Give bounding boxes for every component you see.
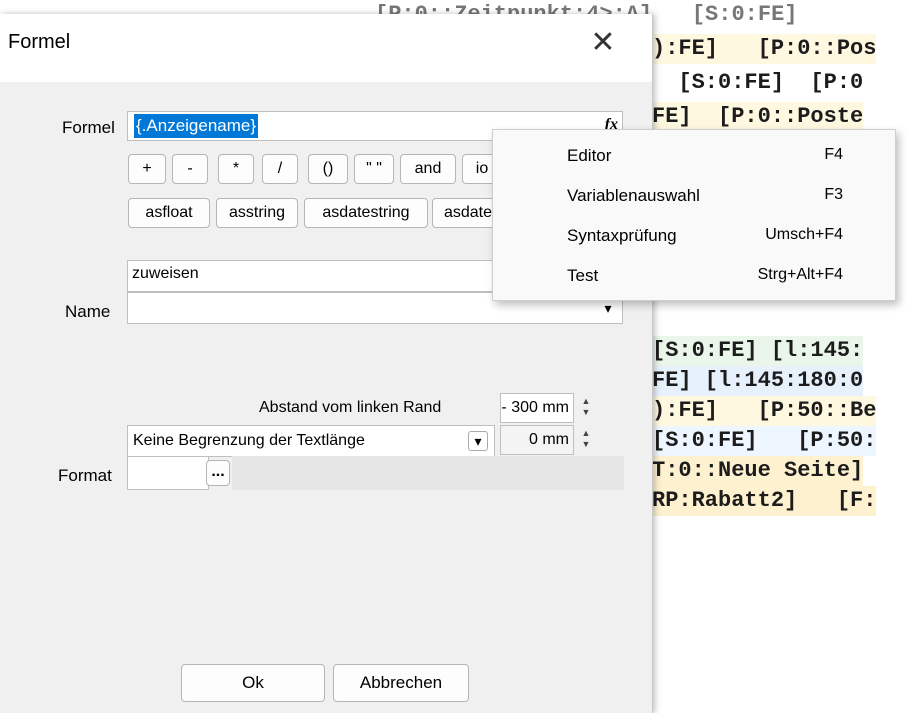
function-asdatestring-button[interactable]: asdatestring bbox=[304, 198, 428, 228]
code-line: [S:0:FE] [P:50: bbox=[652, 426, 877, 456]
menu-item-shortcut: Umsch+F4 bbox=[765, 226, 843, 243]
menu-item-label: Test bbox=[567, 266, 599, 285]
code-line: FE] [l:145:180:0 bbox=[652, 366, 864, 396]
format-input[interactable] bbox=[127, 456, 209, 490]
begrenzung-value: Keine Begrenzung der Textlänge bbox=[133, 432, 365, 449]
code-line: [S:0:FE] [l:145: bbox=[652, 336, 864, 366]
menu-item-shortcut: F4 bbox=[824, 146, 843, 163]
format-label: Format bbox=[58, 466, 112, 485]
code-line: [S:0:FE] [P:0 bbox=[652, 70, 864, 95]
operator-plus-button[interactable]: + bbox=[128, 154, 166, 184]
chevron-down-icon[interactable]: ▾ bbox=[468, 431, 488, 451]
operator-parentheses-button[interactable]: () bbox=[308, 154, 348, 184]
operator-minus-button[interactable]: - bbox=[172, 154, 208, 184]
formel-value: {.Anzeigename} bbox=[134, 114, 259, 138]
operator-quotes-button[interactable]: " " bbox=[354, 154, 394, 184]
abstand-spinner[interactable]: ▲ ▼ bbox=[578, 396, 594, 420]
code-line: RP:Rabatt2] [F: bbox=[652, 486, 877, 516]
code-line: T:0::Neue Seite] bbox=[652, 456, 864, 486]
context-menu: Editor F4 Variablenauswahl F3 Syntaxprüf… bbox=[492, 129, 896, 301]
format-ellipsis-button[interactable]: ... bbox=[206, 460, 230, 486]
menu-item-syntaxpruefung[interactable]: Syntaxprüfung Umsch+F4 bbox=[493, 218, 895, 256]
formel-dialog: Formel ✕ Formel {.Anzeigename} fx + - * … bbox=[0, 14, 653, 713]
code-line: ):FE] [P:0::Pos bbox=[652, 34, 877, 64]
close-icon[interactable]: ✕ bbox=[586, 26, 620, 60]
format-extra-field bbox=[232, 456, 624, 490]
menu-item-shortcut: F3 bbox=[824, 186, 843, 203]
laenge-input[interactable]: 0 mm bbox=[500, 425, 574, 455]
menu-item-variablenauswahl[interactable]: Variablenauswahl F3 bbox=[493, 178, 895, 216]
zuweisen-value: zuweisen bbox=[132, 265, 199, 282]
chevron-down-icon[interactable]: ▾ bbox=[598, 298, 618, 318]
dialog-title: Formel bbox=[8, 31, 71, 53]
laenge-spinner[interactable]: ▲ ▼ bbox=[578, 428, 594, 452]
operator-and-button[interactable]: and bbox=[400, 154, 456, 184]
menu-item-label: Variablenauswahl bbox=[567, 186, 700, 205]
cancel-button[interactable]: Abbrechen bbox=[333, 664, 469, 702]
operator-divide-button[interactable]: / bbox=[262, 154, 298, 184]
code-line: ):FE] [P:50::Be bbox=[652, 396, 877, 426]
title-bar: Formel ✕ bbox=[0, 14, 652, 82]
ok-button[interactable]: Ok bbox=[181, 664, 325, 702]
code-line: FE] [P:0::Poste bbox=[652, 102, 864, 132]
formel-label: Formel bbox=[62, 118, 115, 137]
abstand-input[interactable]: - 300 mm bbox=[500, 393, 574, 423]
operator-multiply-button[interactable]: * bbox=[218, 154, 254, 184]
function-asfloat-button[interactable]: asfloat bbox=[128, 198, 210, 228]
laenge-value: 0 mm bbox=[529, 431, 569, 448]
menu-item-label: Syntaxprüfung bbox=[567, 226, 677, 245]
abstand-label: Abstand vom linken Rand bbox=[259, 399, 442, 416]
function-asstring-button[interactable]: asstring bbox=[216, 198, 298, 228]
menu-item-editor[interactable]: Editor F4 bbox=[493, 138, 895, 176]
abstand-value: - 300 mm bbox=[501, 399, 569, 416]
menu-item-shortcut: Strg+Alt+F4 bbox=[757, 266, 843, 283]
begrenzung-select[interactable]: Keine Begrenzung der Textlänge ▾ bbox=[127, 425, 495, 457]
menu-item-label: Editor bbox=[567, 146, 612, 165]
name-label: Name bbox=[65, 302, 111, 321]
menu-item-test[interactable]: Test Strg+Alt+F4 bbox=[493, 258, 895, 296]
